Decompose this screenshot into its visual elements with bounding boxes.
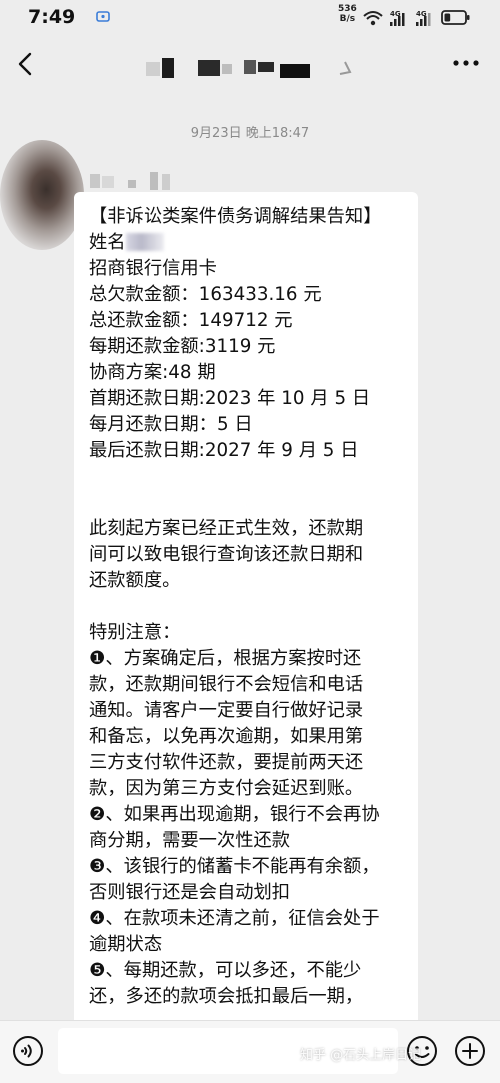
net-speed-value: 536 <box>338 4 357 14</box>
message-line-text: 每月还款日期：5 日 <box>89 414 253 435</box>
message-line: 姓名 <box>89 230 411 256</box>
message-line-text: 协商方案:48 期 <box>89 362 216 383</box>
message-line-text: ❸、该银行的储蓄卡不能再有余额， <box>89 856 380 877</box>
message-line-text: 间可以致电银行查询该还款日期和 <box>89 544 364 565</box>
chevron-left-icon <box>18 52 32 76</box>
voice-button[interactable] <box>12 1035 44 1067</box>
message-line-text: 每期还款金额:3119 元 <box>89 336 276 357</box>
status-bar: 7:49 536 B/s 4G 4G <box>0 0 500 36</box>
message-line: 逾期状态 <box>89 932 411 958</box>
back-button[interactable] <box>10 46 42 82</box>
message-line: 间可以致电银行查询该还款日期和 <box>89 542 411 568</box>
message-line-text: 【非诉讼类案件债务调解结果告知】 <box>89 206 382 227</box>
message-line: 和备忘，以免再次逾期，如果用第 <box>89 724 411 750</box>
signal-4g-icon: 4G <box>390 10 405 26</box>
chat-header <box>0 36 500 92</box>
message-line: 三方支付软件还款，要提前两天还 <box>89 750 411 776</box>
more-button[interactable] <box>448 48 484 78</box>
message-line-text: 总还款金额：149712 元 <box>89 310 293 331</box>
message-line-text: 和备忘，以免再次逾期，如果用第 <box>89 726 364 747</box>
message-line: 商分期，需要一次性还款 <box>89 828 411 854</box>
message-text: 【非诉讼类案件债务调解结果告知】 姓名招商银行信用卡总欠款金额：163433.16… <box>89 204 411 1010</box>
plus-icon <box>455 1036 485 1066</box>
message-line-text: 首期还款日期:2023 年 10 月 5 日 <box>89 388 371 409</box>
message-line: 招商银行信用卡 <box>89 256 411 282</box>
message-line-text: 商分期，需要一次性还款 <box>89 830 291 851</box>
message-line-text: 三方支付软件还款，要提前两天还 <box>89 752 364 773</box>
message-line: 【非诉讼类案件债务调解结果告知】 <box>89 204 411 230</box>
message-line: ❹、在款项未还清之前，征信会处于 <box>89 906 411 932</box>
sender-name-redacted <box>90 172 170 190</box>
message-line-text: 款，还款期间银行不会短信和电话 <box>89 674 364 695</box>
message-line: 此刻起方案已经正式生效，还款期 <box>89 516 411 542</box>
message-line-text: ❹、在款项未还清之前，征信会处于 <box>89 908 380 929</box>
net-speed: 536 B/s <box>338 4 357 24</box>
message-line-text: 通知。请客户一定要自行做好记录 <box>89 700 364 721</box>
message-line-text: 否则银行还是会自动划扣 <box>89 882 291 903</box>
message-line: 首期还款日期:2023 年 10 月 5 日 <box>89 386 411 412</box>
battery-icon <box>441 10 470 25</box>
net-speed-unit: B/s <box>339 14 356 24</box>
message-line: 协商方案:48 期 <box>89 360 411 386</box>
message-line-text: 还款额度。 <box>89 570 181 591</box>
chat-title-redacted <box>146 58 352 78</box>
message-line: 还款额度。 <box>89 568 411 594</box>
message-line-text: 最后还款日期:2027 年 9 月 5 日 <box>89 440 359 461</box>
message-line-text: 招商银行信用卡 <box>89 258 217 279</box>
message-line-text: 姓名 <box>89 232 126 253</box>
wifi-icon <box>363 11 383 26</box>
message-line: 总欠款金额：163433.16 元 <box>89 282 411 308</box>
input-bar <box>0 1020 500 1083</box>
voice-icon <box>13 1036 43 1066</box>
message-line: 还，多还的款项会抵扣最后一期， <box>89 984 411 1010</box>
sender-avatar[interactable] <box>0 140 84 250</box>
chat-screen: 7:49 536 B/s 4G 4G 9月23日 晚上18:47 【非诉讼类案件… <box>0 0 500 1083</box>
message-line: 每期还款金额:3119 元 <box>89 334 411 360</box>
message-line: 否则银行还是会自动划扣 <box>89 880 411 906</box>
message-line <box>89 594 411 620</box>
message-line: 通知。请客户一定要自行做好记录 <box>89 698 411 724</box>
message-line: 最后还款日期:2027 年 9 月 5 日 <box>89 438 411 464</box>
message-timestamp: 9月23日 晚上18:47 <box>190 126 310 141</box>
message-line: ❺、每期还款，可以多还，不能少 <box>89 958 411 984</box>
plus-button[interactable] <box>454 1035 486 1067</box>
message-line: 特别注意： <box>89 620 411 646</box>
notification-icon <box>96 11 110 22</box>
message-line: ❶、方案确定后，根据方案按时还 <box>89 646 411 672</box>
message-line-text: 此刻起方案已经正式生效，还款期 <box>89 518 364 539</box>
message-bubble[interactable]: 【非诉讼类案件债务调解结果告知】 姓名招商银行信用卡总欠款金额：163433.16… <box>74 192 418 1032</box>
watermark: 知乎 @石头上岸日记 <box>300 1048 422 1063</box>
message-line <box>89 464 411 490</box>
status-time: 7:49 <box>28 6 76 28</box>
name-redacted <box>125 233 164 251</box>
message-line: 款，还款期间银行不会短信和电话 <box>89 672 411 698</box>
message-line-text: 还，多还的款项会抵扣最后一期， <box>89 986 364 1007</box>
ellipsis-icon <box>453 60 479 66</box>
signal-4g-icon: 4G <box>416 10 431 26</box>
message-line: 每月还款日期：5 日 <box>89 412 411 438</box>
message-line-text: 逾期状态 <box>89 934 163 955</box>
message-line-text: ❶、方案确定后，根据方案按时还 <box>89 648 362 669</box>
message-line: 款，因为第三方支付会延迟到账。 <box>89 776 411 802</box>
message-line-text: 款，因为第三方支付会延迟到账。 <box>89 778 364 799</box>
status-icons: 4G 4G <box>363 10 470 26</box>
message-line-text: ❺、每期还款，可以多还，不能少 <box>89 960 362 981</box>
message-line: ❸、该银行的储蓄卡不能再有余额， <box>89 854 411 880</box>
message-line <box>89 490 411 516</box>
message-line-text: ❷、如果再出现逾期，银行不会再协 <box>89 804 380 825</box>
message-line-text: 总欠款金额：163433.16 元 <box>89 284 322 305</box>
message-line: ❷、如果再出现逾期，银行不会再协 <box>89 802 411 828</box>
message-line: 总还款金额：149712 元 <box>89 308 411 334</box>
message-line-text: 特别注意： <box>89 622 181 643</box>
